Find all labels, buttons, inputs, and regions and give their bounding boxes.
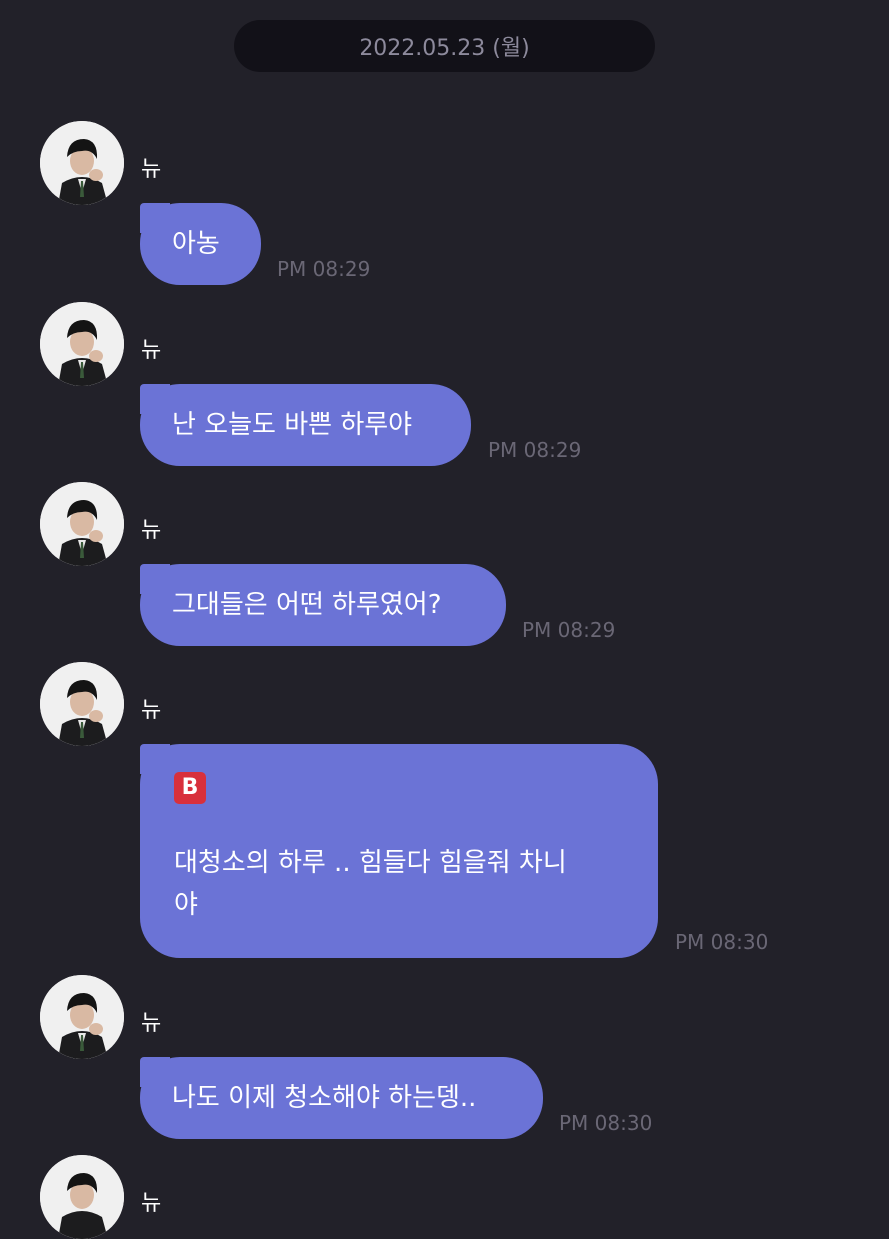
avatar[interactable] — [40, 302, 124, 386]
message-text: 나도 이제 청소해야 하는뎅.. — [172, 1083, 477, 1113]
message-bubble[interactable]: 아농 — [140, 203, 261, 285]
sender-name: 뉴 — [141, 157, 162, 182]
date-divider-text: 2022.05.23 (월) — [359, 36, 530, 61]
sender-name: 뉴 — [141, 518, 162, 543]
message-timestamp: PM 08:29 — [522, 618, 616, 642]
avatar-portrait-icon — [40, 662, 124, 746]
avatar-portrait-icon — [40, 1155, 124, 1239]
message-bubble[interactable]: 난 오늘도 바쁜 하루야 — [140, 384, 471, 466]
avatar[interactable] — [40, 482, 124, 566]
message-text: 그대들은 어떤 하루였어? — [172, 590, 442, 620]
sender-name: 뉴 — [141, 1011, 162, 1036]
sender-name: 뉴 — [141, 698, 162, 723]
avatar[interactable] — [40, 975, 124, 1059]
message-timestamp: PM 08:30 — [559, 1111, 653, 1135]
message-text: 난 오늘도 바쁜 하루야 — [172, 410, 413, 440]
message-text-line-2: 야 — [174, 890, 198, 920]
message-timestamp: PM 08:30 — [675, 930, 769, 954]
avatar-portrait-icon — [40, 121, 124, 205]
message-text-line-1: 대청소의 하루 .. 힘들다 힘을줘 차니 — [174, 848, 567, 878]
message-bubble[interactable]: 그대들은 어떤 하루였어? — [140, 564, 506, 646]
avatar-portrait-icon — [40, 302, 124, 386]
avatar[interactable] — [40, 121, 124, 205]
message-timestamp: PM 08:29 — [488, 438, 582, 462]
message-bubble[interactable]: B 대청소의 하루 .. 힘들다 힘을줘 차니 야 — [140, 744, 658, 958]
b-badge-icon: B — [174, 772, 206, 804]
sender-name: 뉴 — [141, 1191, 162, 1216]
avatar-portrait-icon — [40, 975, 124, 1059]
avatar[interactable] — [40, 662, 124, 746]
message-text: 아농 — [172, 229, 220, 259]
message-bubble[interactable]: 나도 이제 청소해야 하는뎅.. — [140, 1057, 543, 1139]
sender-name: 뉴 — [141, 338, 162, 363]
b-badge-container: B — [174, 772, 624, 804]
avatar-portrait-icon — [40, 482, 124, 566]
message-timestamp: PM 08:29 — [277, 257, 371, 281]
date-divider: 2022.05.23 (월) — [234, 20, 655, 72]
avatar[interactable] — [40, 1155, 124, 1239]
